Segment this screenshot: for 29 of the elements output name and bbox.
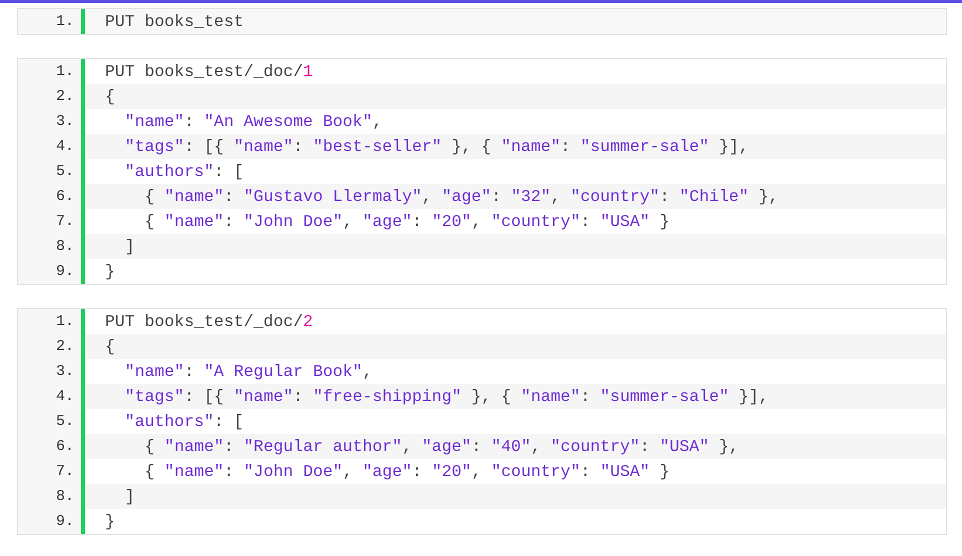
line-number: 9.: [18, 259, 85, 284]
line-number: 6.: [18, 434, 85, 459]
line-number: 1.: [18, 59, 85, 84]
line-number: 4.: [18, 134, 85, 159]
line-number: 7.: [18, 459, 85, 484]
line-number: 8.: [18, 234, 85, 259]
code-line: "name": "An Awesome Book",: [124, 111, 384, 133]
code-line: "authors": [: [124, 161, 245, 183]
line-number: 1.: [18, 9, 85, 34]
line-number: 9.: [18, 509, 85, 534]
line-number: 1.: [18, 309, 85, 334]
code-line: PUT books_test/_doc/1: [104, 61, 314, 83]
line-number: 8.: [18, 484, 85, 509]
line-number: 4.: [18, 384, 85, 409]
line-number: 2.: [18, 334, 85, 359]
line-number: 6.: [18, 184, 85, 209]
line-number: 2.: [18, 84, 85, 109]
line-number: 7.: [18, 209, 85, 234]
code-line: { "name": "John Doe", "age": "20", "country": "USA" }: [144, 461, 671, 483]
code-line: PUT books_test/_doc/2: [104, 311, 314, 333]
line-number: 5.: [18, 159, 85, 184]
code-line: }: [104, 511, 116, 533]
code-line: "authors": [: [124, 411, 245, 433]
code-line: "name": "A Regular Book",: [124, 361, 374, 383]
line-number: 5.: [18, 409, 85, 434]
line-number: 3.: [18, 359, 85, 384]
code-line: }: [104, 261, 116, 283]
code-line: { "name": "John Doe", "age": "20", "country": "USA" }: [144, 211, 671, 233]
line-number: 3.: [18, 109, 85, 134]
